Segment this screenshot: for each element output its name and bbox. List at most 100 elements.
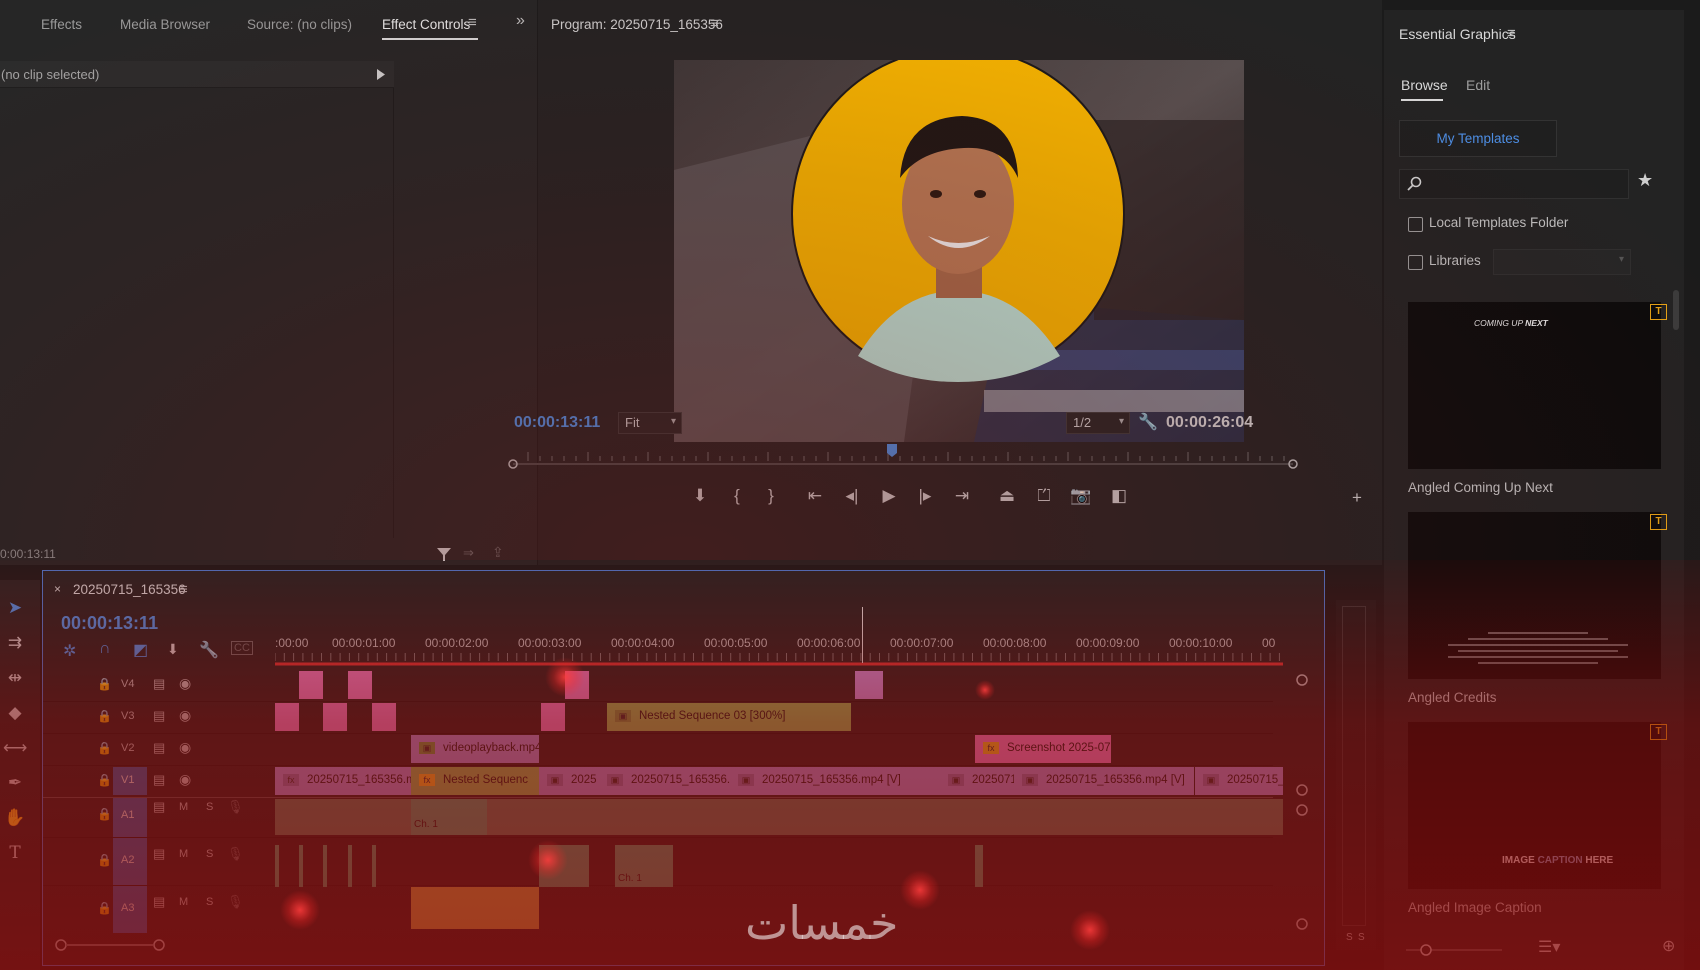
- magnet-icon[interactable]: ∩: [99, 640, 111, 658]
- star-icon[interactable]: ★: [1637, 170, 1653, 191]
- hand-tool-icon[interactable]: ✋: [3, 808, 27, 832]
- eye-icon[interactable]: ◉: [179, 707, 191, 724]
- clip-v1[interactable]: ▣ 20250715_165356.mp: [599, 767, 730, 795]
- program-current-time[interactable]: 00:00:13:11: [514, 414, 600, 432]
- audio-clip-a2[interactable]: [299, 845, 303, 887]
- add-marker-icon[interactable]: ⬇: [689, 486, 711, 506]
- audio-clip-a3[interactable]: [411, 887, 539, 929]
- sequence-tab[interactable]: 20250715_165356: [73, 582, 186, 597]
- program-menu-icon[interactable]: ≡: [710, 15, 719, 32]
- ripple-icon[interactable]: ⇒: [463, 545, 474, 561]
- clip-videoplayback[interactable]: ▣ videoplayback.mp4 [: [411, 735, 539, 763]
- solo-button[interactable]: S: [206, 896, 213, 908]
- sync-icon[interactable]: ▤: [153, 740, 165, 756]
- snap-icon[interactable]: ✲: [63, 641, 76, 661]
- clip-v1[interactable]: ▣ 20250715_: [1195, 767, 1283, 795]
- audio-clip-a2[interactable]: [975, 845, 983, 887]
- clip-pink[interactable]: [348, 671, 372, 699]
- play-icon[interactable]: ▶: [878, 486, 900, 506]
- audio-clip-a2[interactable]: [348, 845, 352, 887]
- clip-nested-v1[interactable]: fx Nested Sequenc: [411, 767, 539, 795]
- add-button-icon[interactable]: +: [1346, 488, 1368, 508]
- clip-purple[interactable]: [855, 671, 883, 699]
- clip-screenshot[interactable]: fx Screenshot 2025-07-15: [975, 735, 1111, 763]
- meter-solo-label[interactable]: S: [1358, 932, 1365, 943]
- eye-icon[interactable]: ◉: [179, 739, 191, 756]
- clip-v1[interactable]: ▣ 2025: [539, 767, 599, 795]
- sync-icon[interactable]: ▤: [153, 676, 165, 692]
- timeline-zoom-bar[interactable]: [53, 937, 173, 953]
- comparison-view-icon[interactable]: ◧: [1108, 486, 1130, 506]
- sync-icon[interactable]: ▤: [153, 772, 165, 788]
- libraries-checkbox[interactable]: [1408, 255, 1423, 270]
- clip-v1[interactable]: ▣ 20250715_165356.mp4 [V]: [730, 767, 940, 795]
- audio-clip-a2[interactable]: [539, 845, 589, 887]
- clip-nested-sequence-03[interactable]: ▣ Nested Sequence 03 [300%]: [607, 703, 851, 731]
- clip-pink[interactable]: [299, 671, 323, 699]
- scroll-handle-icon[interactable]: [1295, 673, 1309, 687]
- go-to-in-icon[interactable]: ⇤: [804, 486, 826, 506]
- clip-v1[interactable]: ▣ 2025071: [940, 767, 1014, 795]
- tab-effect-controls[interactable]: Effect Controls: [382, 17, 470, 32]
- mic-icon[interactable]: 🎙: [227, 846, 244, 862]
- clip-pink[interactable]: [275, 703, 299, 731]
- audio-clip-a2[interactable]: [275, 845, 279, 887]
- tab-media-browser[interactable]: Media Browser: [120, 17, 210, 32]
- timeline-settings-icon[interactable]: 🔧: [199, 640, 219, 660]
- eye-icon[interactable]: ◉: [179, 675, 191, 692]
- extract-icon[interactable]: ⏍: [1033, 486, 1055, 506]
- lock-icon[interactable]: 🔒: [97, 853, 112, 867]
- clip-v1[interactable]: ▣ 20250715_165356.mp4 [V]: [1014, 767, 1194, 795]
- clip-pink[interactable]: [372, 703, 396, 731]
- captions-icon[interactable]: CC: [231, 641, 253, 655]
- mark-out-icon[interactable]: }: [760, 486, 782, 506]
- close-sequence-icon[interactable]: ×: [54, 582, 61, 596]
- mic-icon[interactable]: 🎙: [227, 799, 244, 815]
- type-tool-icon[interactable]: T: [3, 843, 27, 867]
- new-item-icon[interactable]: ⊕: [1662, 936, 1675, 956]
- go-to-out-icon[interactable]: ⇥: [951, 486, 973, 506]
- template-thumbnail-credits[interactable]: [1408, 512, 1661, 679]
- sync-icon[interactable]: ▤: [153, 799, 165, 815]
- my-templates-button[interactable]: My Templates: [1399, 120, 1557, 157]
- lock-icon[interactable]: 🔒: [97, 709, 112, 723]
- solo-button[interactable]: S: [206, 848, 213, 860]
- slip-tool-icon[interactable]: ⟷: [3, 738, 27, 762]
- tab-effects[interactable]: Effects: [41, 17, 82, 32]
- audio-clip-a2-ch1[interactable]: Ch. 1: [615, 845, 673, 887]
- template-search-input[interactable]: [1399, 169, 1629, 199]
- lock-icon[interactable]: 🔒: [97, 807, 112, 821]
- step-forward-icon[interactable]: |▸: [914, 486, 936, 506]
- program-scrub-bar[interactable]: [508, 440, 1298, 470]
- resolution-dropdown[interactable]: 1/2 ▾: [1066, 412, 1130, 434]
- sort-icon[interactable]: ☰▾: [1538, 937, 1560, 957]
- thumbnail-size-slider[interactable]: [1404, 940, 1504, 960]
- eg-scrollbar[interactable]: [1673, 290, 1679, 330]
- sync-icon[interactable]: ▤: [153, 894, 165, 910]
- lock-icon[interactable]: 🔒: [97, 677, 112, 691]
- lock-icon[interactable]: 🔒: [97, 773, 112, 787]
- export-icon[interactable]: ⇪: [492, 544, 504, 561]
- libraries-dropdown[interactable]: ▾: [1493, 249, 1631, 275]
- sequence-menu-icon[interactable]: ≡: [179, 581, 188, 598]
- play-triangle-icon[interactable]: [377, 69, 385, 80]
- overflow-chevron-icon[interactable]: »: [516, 12, 525, 30]
- video-preview[interactable]: [674, 60, 1244, 442]
- lock-icon[interactable]: 🔒: [97, 901, 112, 915]
- ripple-edit-tool-icon[interactable]: ⇹: [3, 668, 27, 692]
- mark-in-icon[interactable]: {: [726, 486, 748, 506]
- clip-pink[interactable]: [541, 703, 565, 731]
- audio-clip-a2[interactable]: [323, 845, 327, 887]
- playhead[interactable]: [862, 607, 863, 663]
- export-frame-icon[interactable]: 📷: [1070, 486, 1092, 506]
- add-marker-icon[interactable]: ⬇: [167, 641, 179, 658]
- razor-tool-icon[interactable]: ◆: [3, 703, 27, 727]
- wrench-icon[interactable]: 🔧: [1138, 412, 1158, 432]
- audio-clip-a1-ch1[interactable]: Ch. 1: [411, 799, 487, 835]
- tab-edit[interactable]: Edit: [1466, 77, 1490, 93]
- mic-icon[interactable]: 🎙: [227, 894, 244, 910]
- scroll-handle-icon[interactable]: [1295, 783, 1309, 797]
- linked-selection-icon[interactable]: ◩: [133, 640, 148, 660]
- mute-button[interactable]: M: [179, 896, 188, 908]
- panel-menu-icon[interactable]: ≡: [468, 14, 477, 31]
